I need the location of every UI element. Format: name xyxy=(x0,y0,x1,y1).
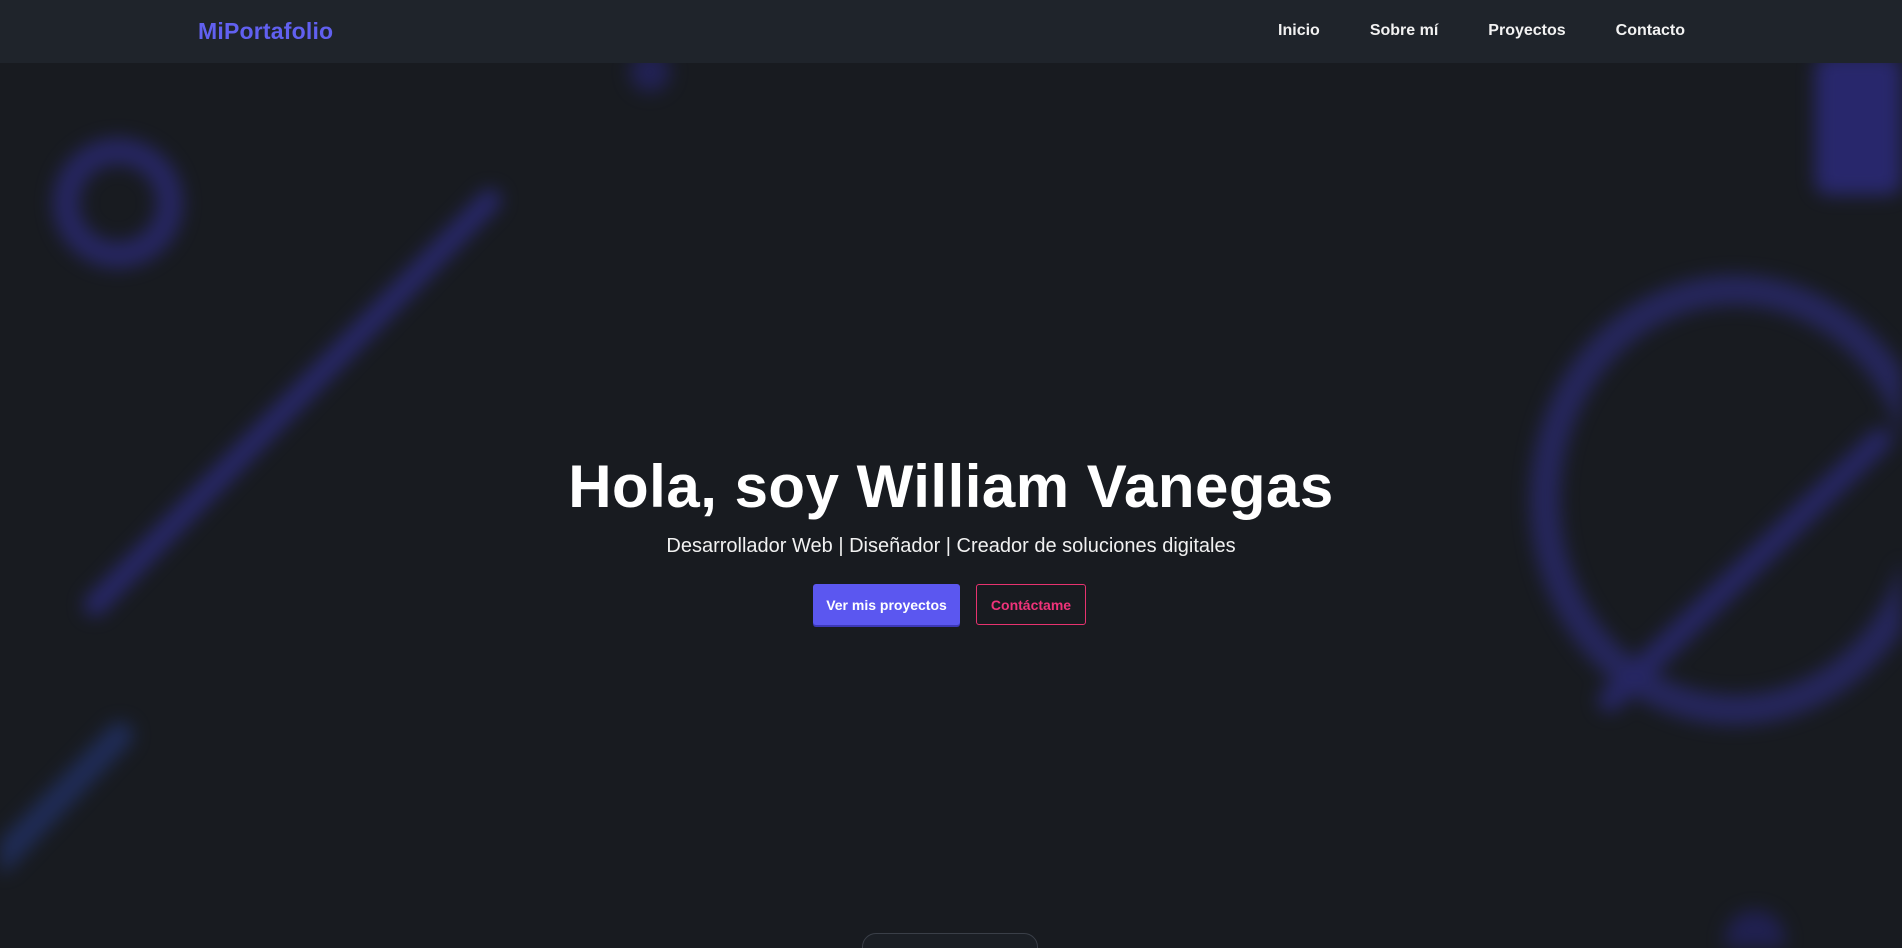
hero-title: Hola, soy William Vanegas xyxy=(568,453,1334,520)
nav-link-sobre-mi[interactable]: Sobre mí xyxy=(1370,22,1438,40)
hero-section: Hola, soy William Vanegas Desarrollador … xyxy=(0,0,1902,948)
nav-link-proyectos[interactable]: Proyectos xyxy=(1488,22,1565,40)
brand-logo[interactable]: MiPortafolio xyxy=(198,18,333,45)
contact-me-button[interactable]: Contáctame xyxy=(976,584,1086,625)
portfolio-page: MiPortafolio Inicio Sobre mí Proyectos C… xyxy=(0,0,1902,948)
bottom-toolbar-pill[interactable] xyxy=(862,933,1038,948)
nav-links: Inicio Sobre mí Proyectos Contacto xyxy=(1278,22,1685,40)
nav-link-inicio[interactable]: Inicio xyxy=(1278,22,1320,40)
nav-link-contacto[interactable]: Contacto xyxy=(1616,22,1685,40)
hero-subtitle: Desarrollador Web | Diseñador | Creador … xyxy=(666,535,1236,557)
view-projects-button[interactable]: Ver mis proyectos xyxy=(813,584,960,625)
top-navbar: MiPortafolio Inicio Sobre mí Proyectos C… xyxy=(0,0,1902,63)
